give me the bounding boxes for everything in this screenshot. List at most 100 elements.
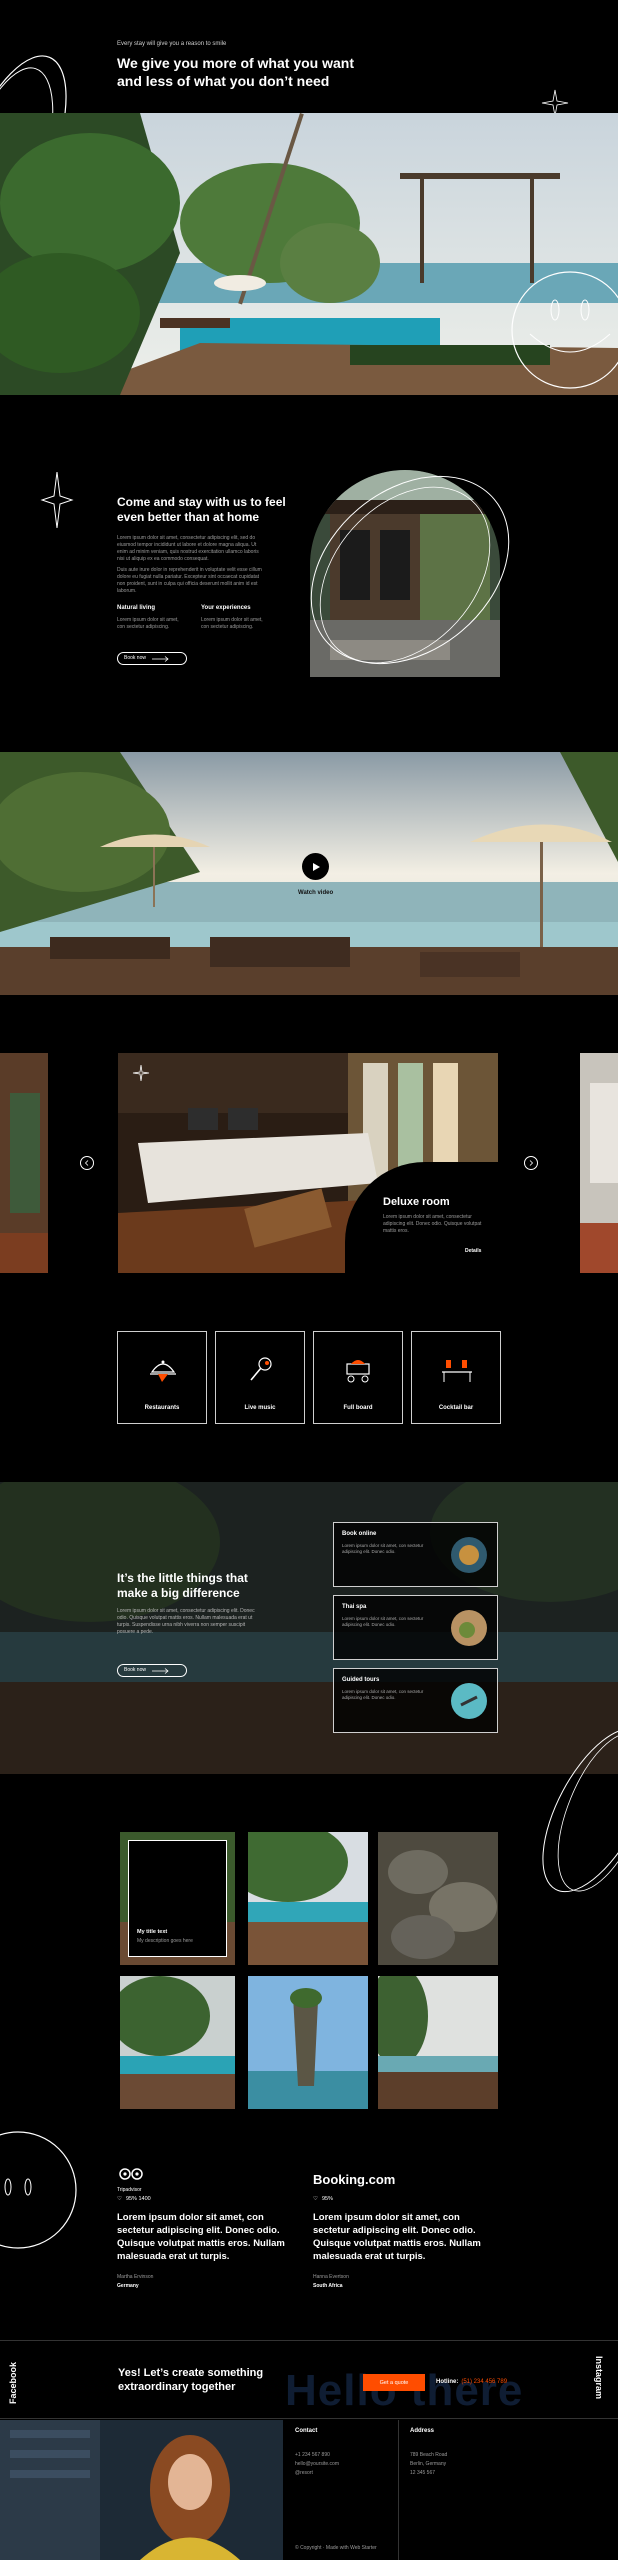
slider-next-button[interactable] <box>524 1156 538 1170</box>
cocktail-bar-icon <box>442 1360 472 1382</box>
arrow-right-icon <box>151 1667 169 1674</box>
facebook-link[interactable]: Facebook <box>8 2362 18 2404</box>
chevron-left-icon <box>84 1160 89 1166</box>
room-text: Lorem ipsum dolor sit amet, consectetur … <box>383 1214 482 1234</box>
intro-title-line1: Come and stay with us to feel <box>117 495 286 509</box>
intro-col2-title: Your experiences <box>201 605 251 611</box>
slider-prev-button[interactable] <box>80 1156 94 1170</box>
amenity-card-live-music[interactable]: Live music <box>215 1331 305 1424</box>
footer-reader-photo <box>0 2420 283 2560</box>
play-video-button[interactable] <box>302 853 329 880</box>
intro-line-art <box>310 475 510 665</box>
intro-col2-text: Lorem ipsum dolor sit amet, con sectetur… <box>201 617 263 630</box>
intro-book-now-label: Book now <box>124 655 146 661</box>
gallery-tile-4[interactable] <box>120 1976 235 2109</box>
review-quote-1: Lorem ipsum dolor sit amet, con sectetur… <box>117 2212 285 2262</box>
star-sparkle-icon <box>40 471 74 529</box>
contact-title: Contact <box>295 2428 318 2434</box>
room-sparkle-icon <box>132 1064 150 1082</box>
tripadvisor-logo: Tripadvisor <box>117 2167 145 2194</box>
hero-title-line1: We give you more of what you want <box>117 55 354 71</box>
review-stats-1-text: 95% 1400 <box>125 2196 151 2202</box>
feature-card-text: Lorem ipsum dolor sit amet, con sectetur… <box>342 1616 424 1627</box>
amenity-card-full-board[interactable]: Full board <box>313 1331 403 1424</box>
address-line-2: Berlin, Germany <box>410 2461 447 2467</box>
review-author-2: Hanna Evertson <box>313 2274 349 2280</box>
cta-divider <box>0 2340 618 2341</box>
cloche-icon <box>150 1360 176 1382</box>
microphone-icon <box>250 1357 272 1381</box>
gallery-tile-2[interactable] <box>248 1832 368 1965</box>
amenity-label: Cocktail bar <box>438 1405 474 1411</box>
review-country-1: Germany <box>117 2283 139 2289</box>
copyright: © Copyright · Made with Web Starter <box>295 2545 377 2551</box>
little-title-line1: It’s the little things that <box>117 1571 248 1585</box>
footer-divider <box>0 2418 618 2419</box>
hotline-label: Hotline: <box>436 2379 459 2385</box>
heart-icon: ♡ <box>117 2196 122 2202</box>
intro-col1-text: Lorem ipsum dolor sit amet, con sectetur… <box>117 617 179 630</box>
play-icon <box>312 862 320 871</box>
hero-eyebrow: Every stay will give you a reason to smi… <box>117 41 227 47</box>
little-book-now-label: Book now <box>124 1667 146 1673</box>
booking-brand: Booking.com <box>313 2172 396 2187</box>
intro-book-now-button[interactable]: Book now <box>117 652 187 665</box>
address-title: Address <box>410 2428 435 2434</box>
gallery-tile-5[interactable] <box>248 1976 368 2109</box>
feature-card-book-online[interactable]: Book online Lorem ipsum dolor sit amet, … <box>333 1522 498 1587</box>
address-line-1: 789 Beach Road <box>410 2452 448 2458</box>
review-stats-2-text: 95% <box>321 2196 333 2202</box>
owl-logo-icon <box>119 2168 143 2180</box>
feature-card-thumbnail <box>451 1537 487 1573</box>
gallery-tile-3[interactable] <box>378 1832 498 1965</box>
intro-body-2: Duis aute irure dolor in reprehenderit i… <box>117 567 262 594</box>
intro-col1-title: Natural living <box>117 605 156 611</box>
intro-body-1: Lorem ipsum dolor sit amet, consectetur … <box>117 535 259 562</box>
get-quote-label: Get a quote <box>379 2379 409 2386</box>
hotline-number[interactable]: (51) 234 456 789 <box>461 2379 507 2385</box>
contact-phone[interactable]: +1 234 567 890 <box>295 2452 330 2459</box>
chevron-right-icon <box>529 1160 534 1166</box>
little-body: Lorem ipsum dolor sit amet, consectetur … <box>117 1608 255 1635</box>
instagram-link[interactable]: Instagram <box>594 2356 604 2399</box>
room-title: Deluxe room <box>383 1196 450 1208</box>
little-things-bg-photo <box>0 1482 618 1774</box>
amenity-card-restaurants[interactable]: Restaurants <box>117 1331 207 1424</box>
food-cart-icon <box>346 1360 370 1383</box>
tripadvisor-brand: Tripadvisor <box>117 2187 142 2193</box>
footer-column-divider <box>398 2420 399 2560</box>
smiley-line-art <box>511 271 618 389</box>
slider-next-preview <box>580 1053 618 1273</box>
watch-video-label: Watch video <box>298 890 334 896</box>
gallery-overlay-title: My title text <box>137 1929 168 1935</box>
review-author-1: Martha Ervinson <box>117 2274 154 2280</box>
gallery-tile-6[interactable] <box>378 1976 498 2109</box>
review-country-2: South Africa <box>313 2283 343 2289</box>
feature-card-thumbnail <box>451 1610 487 1646</box>
review-smiley-line-art <box>0 2131 77 2249</box>
review-quote-2: Lorem ipsum dolor sit amet, con sectetur… <box>313 2212 481 2262</box>
room-details-link[interactable]: Details <box>465 1248 481 1254</box>
feature-card-thai-spa[interactable]: Thai spa Lorem ipsum dolor sit amet, con… <box>333 1595 498 1660</box>
amenity-label: Full board <box>343 1405 373 1411</box>
amenity-label: Restaurants <box>144 1405 180 1411</box>
amenity-card-cocktail-bar[interactable]: Cocktail bar <box>411 1331 501 1424</box>
feature-card-thumbnail <box>451 1683 487 1719</box>
gallery-tile-1[interactable]: My title text My description goes here <box>120 1832 235 1965</box>
contact-handle[interactable]: @resort <box>295 2470 313 2477</box>
arrow-right-icon <box>151 655 169 662</box>
little-book-now-button[interactable]: Book now <box>117 1664 187 1677</box>
amenity-label: Live music <box>244 1405 276 1411</box>
contact-email[interactable]: hello@yoursite.com <box>295 2461 339 2468</box>
feature-card-guided-tours[interactable]: Guided tours Lorem ipsum dolor sit amet,… <box>333 1668 498 1733</box>
feature-card-text: Lorem ipsum dolor sit amet, con sectetur… <box>342 1543 424 1554</box>
gallery-overlay-card: My title text My description goes here <box>128 1840 227 1957</box>
hotline: Hotline: (51) 234 456 789 <box>436 2379 507 2385</box>
address-line-3: 12 345 567 <box>410 2470 436 2476</box>
intro-title-line2: even better than at home <box>117 510 260 524</box>
review-stats-1: ♡ 95% 1400 <box>117 2196 151 2202</box>
cta-title-line2: extraordinary together <box>118 2381 236 2393</box>
get-quote-button[interactable]: Get a quote <box>363 2374 425 2391</box>
cta-title-line1: Yes! Let’s create something <box>118 2367 264 2379</box>
hero-title-line2: and less of what you don’t need <box>117 73 330 89</box>
